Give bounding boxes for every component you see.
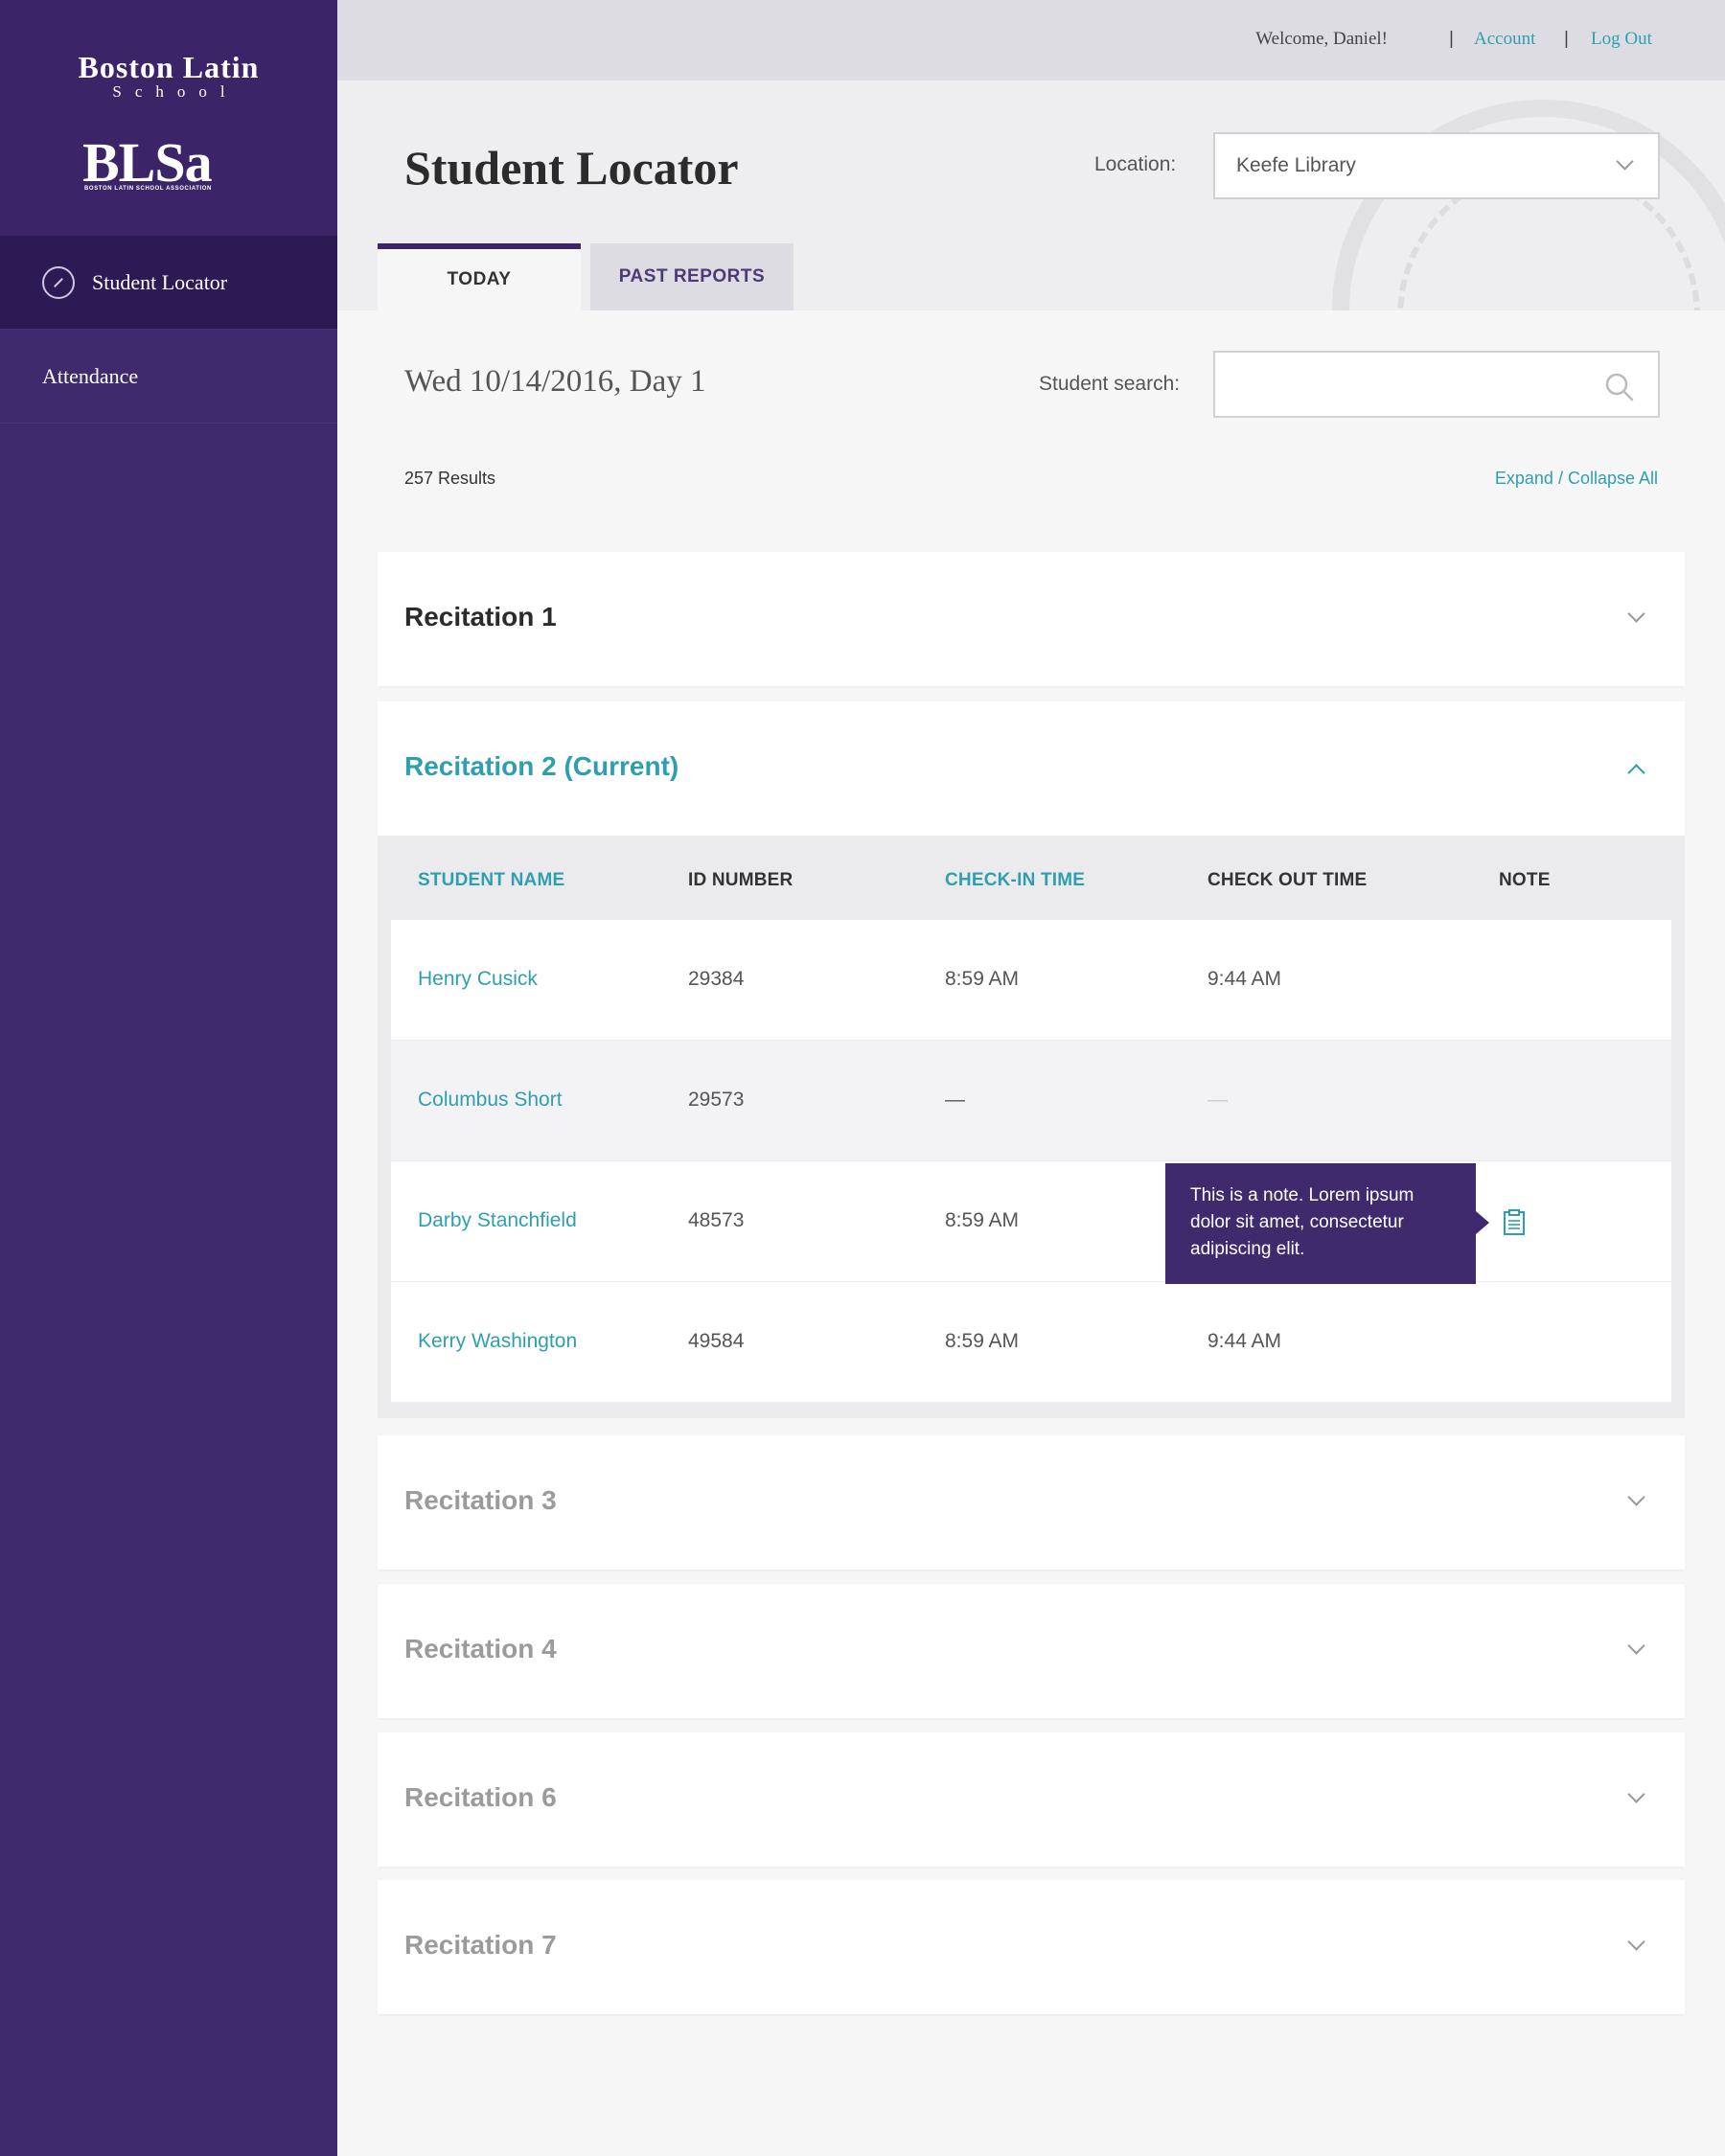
student-name-link[interactable]: Columbus Short	[418, 1089, 563, 1112]
column-header-id-number: ID NUMBER	[688, 870, 794, 890]
top-bar: Welcome, Daniel! | Account | Log Out	[337, 0, 1725, 80]
seal-watermark	[1332, 100, 1725, 310]
logout-link[interactable]: Log Out	[1591, 29, 1652, 50]
check-in-time: 8:59 AM	[945, 968, 1020, 990]
students-table: STUDENT NAME ID NUMBER CHECK-IN TIME CHE…	[378, 836, 1685, 1418]
column-header-student-name[interactable]: STUDENT NAME	[418, 870, 564, 891]
panel-title: Recitation 4	[404, 1634, 557, 1663]
brand: Boston Latin School BLSa BOSTON LATIN SC…	[0, 0, 337, 236]
check-in-time: 8:59 AM	[945, 1330, 1020, 1352]
school-subtitle: School	[112, 82, 239, 101]
student-search	[1213, 351, 1660, 418]
id-number: 49584	[688, 1330, 745, 1352]
current-date: Wed 10/14/2016, Day 1	[404, 364, 706, 399]
location-select[interactable]: Keefe Library	[1213, 132, 1660, 199]
check-out-time: 9:44 AM	[1208, 968, 1282, 990]
table-header: STUDENT NAME ID NUMBER CHECK-IN TIME CHE…	[391, 836, 1671, 920]
chevron-down-icon	[1627, 1785, 1645, 1803]
recitation-panel: Recitation 4	[378, 1584, 1685, 1718]
panel-title: Recitation 6	[404, 1782, 557, 1812]
check-in-time: 8:59 AM	[945, 1209, 1020, 1231]
panel-header[interactable]: Recitation 1	[378, 552, 1685, 686]
tab-past-reports[interactable]: PAST REPORTS	[590, 243, 794, 310]
blsa-logo: BLSa BOSTON LATIN SCHOOL ASSOCIATION	[82, 130, 255, 197]
panel-title: Recitation 7	[404, 1930, 557, 1960]
id-number: 48573	[688, 1209, 745, 1231]
results-count: 257 Results	[404, 469, 496, 488]
column-header-check-out-time: CHECK OUT TIME	[1208, 870, 1368, 890]
recitation-panel: Recitation 3	[378, 1435, 1685, 1570]
student-name-link[interactable]: Henry Cusick	[418, 968, 538, 991]
recitation-panel: Recitation 1	[378, 552, 1685, 686]
page-header: Student Locator Location: Keefe Library …	[337, 80, 1725, 310]
school-name: Boston Latin	[78, 50, 260, 84]
panel-title: Recitation 3	[404, 1485, 557, 1515]
expand-collapse-link[interactable]: Expand / Collapse All	[1495, 469, 1658, 489]
panel-header[interactable]: Recitation 6	[378, 1732, 1685, 1867]
sidebar-item-attendance[interactable]: Attendance	[0, 330, 337, 424]
panel-header[interactable]: Recitation 4	[378, 1584, 1685, 1718]
chevron-down-icon	[1627, 1637, 1645, 1655]
location-value: Keefe Library	[1236, 154, 1356, 176]
table-row: Kerry Washington 49584 8:59 AM 9:44 AM	[391, 1282, 1671, 1403]
search-label: Student search:	[1039, 373, 1181, 395]
separator: |	[1564, 29, 1569, 49]
search-icon[interactable]	[1604, 372, 1635, 402]
welcome-text: Welcome, Daniel!	[1255, 29, 1388, 49]
logo-subtitle: BOSTON LATIN SCHOOL ASSOCIATION	[84, 186, 212, 192]
student-name-link[interactable]: Kerry Washington	[418, 1330, 577, 1353]
chevron-down-icon	[1627, 1488, 1645, 1506]
chevron-down-icon	[1616, 152, 1634, 171]
chevron-down-icon	[1627, 1933, 1645, 1951]
recitation-panel: Recitation 6	[378, 1732, 1685, 1867]
sidebar-item-student-locator[interactable]: Student Locator	[0, 236, 337, 330]
note-tooltip: This is a note. Lorem ipsum dolor sit am…	[1165, 1163, 1489, 1284]
tab-today[interactable]: TODAY	[378, 243, 581, 310]
note-icon[interactable]	[1502, 1209, 1527, 1236]
id-number: 29384	[688, 968, 745, 990]
account-link[interactable]: Account	[1474, 29, 1535, 50]
page-title: Student Locator	[404, 141, 739, 195]
panel-header[interactable]: Recitation 7	[378, 1880, 1685, 2014]
recitation-panel: Recitation 7	[378, 1880, 1685, 2014]
check-out-time: —	[1208, 1089, 1228, 1111]
check-out-time: 9:44 AM	[1208, 1330, 1282, 1352]
panel-header[interactable]: Recitation 3	[378, 1435, 1685, 1570]
id-number: 29573	[688, 1089, 745, 1111]
separator: |	[1449, 29, 1454, 49]
check-in-time: —	[945, 1089, 965, 1111]
column-header-check-in-time[interactable]: CHECK-IN TIME	[945, 870, 1085, 891]
panel-title: Recitation 1	[404, 602, 557, 631]
logo-text: BLSa	[82, 131, 213, 194]
table-row: Henry Cusick 29384 8:59 AM 9:44 AM	[391, 920, 1671, 1041]
panel-title: Recitation 2 (Current)	[404, 751, 679, 781]
table-row: Columbus Short 29573 — —	[391, 1041, 1671, 1161]
column-header-note: NOTE	[1499, 870, 1551, 890]
chevron-up-icon	[1627, 764, 1645, 782]
chevron-down-icon	[1627, 605, 1645, 623]
panel-header[interactable]: Recitation 2 (Current)	[378, 701, 1685, 836]
location-label: Location:	[1094, 153, 1177, 175]
search-input[interactable]	[1215, 353, 1598, 416]
recitation-panel-current: Recitation 2 (Current)	[378, 701, 1685, 836]
compass-icon	[42, 265, 75, 299]
sidebar-item-label: Attendance	[42, 363, 139, 388]
student-name-link[interactable]: Darby Stanchfield	[418, 1209, 577, 1232]
sidebar-item-label: Student Locator	[92, 269, 228, 294]
sidebar: Boston Latin School BLSa BOSTON LATIN SC…	[0, 0, 337, 2156]
